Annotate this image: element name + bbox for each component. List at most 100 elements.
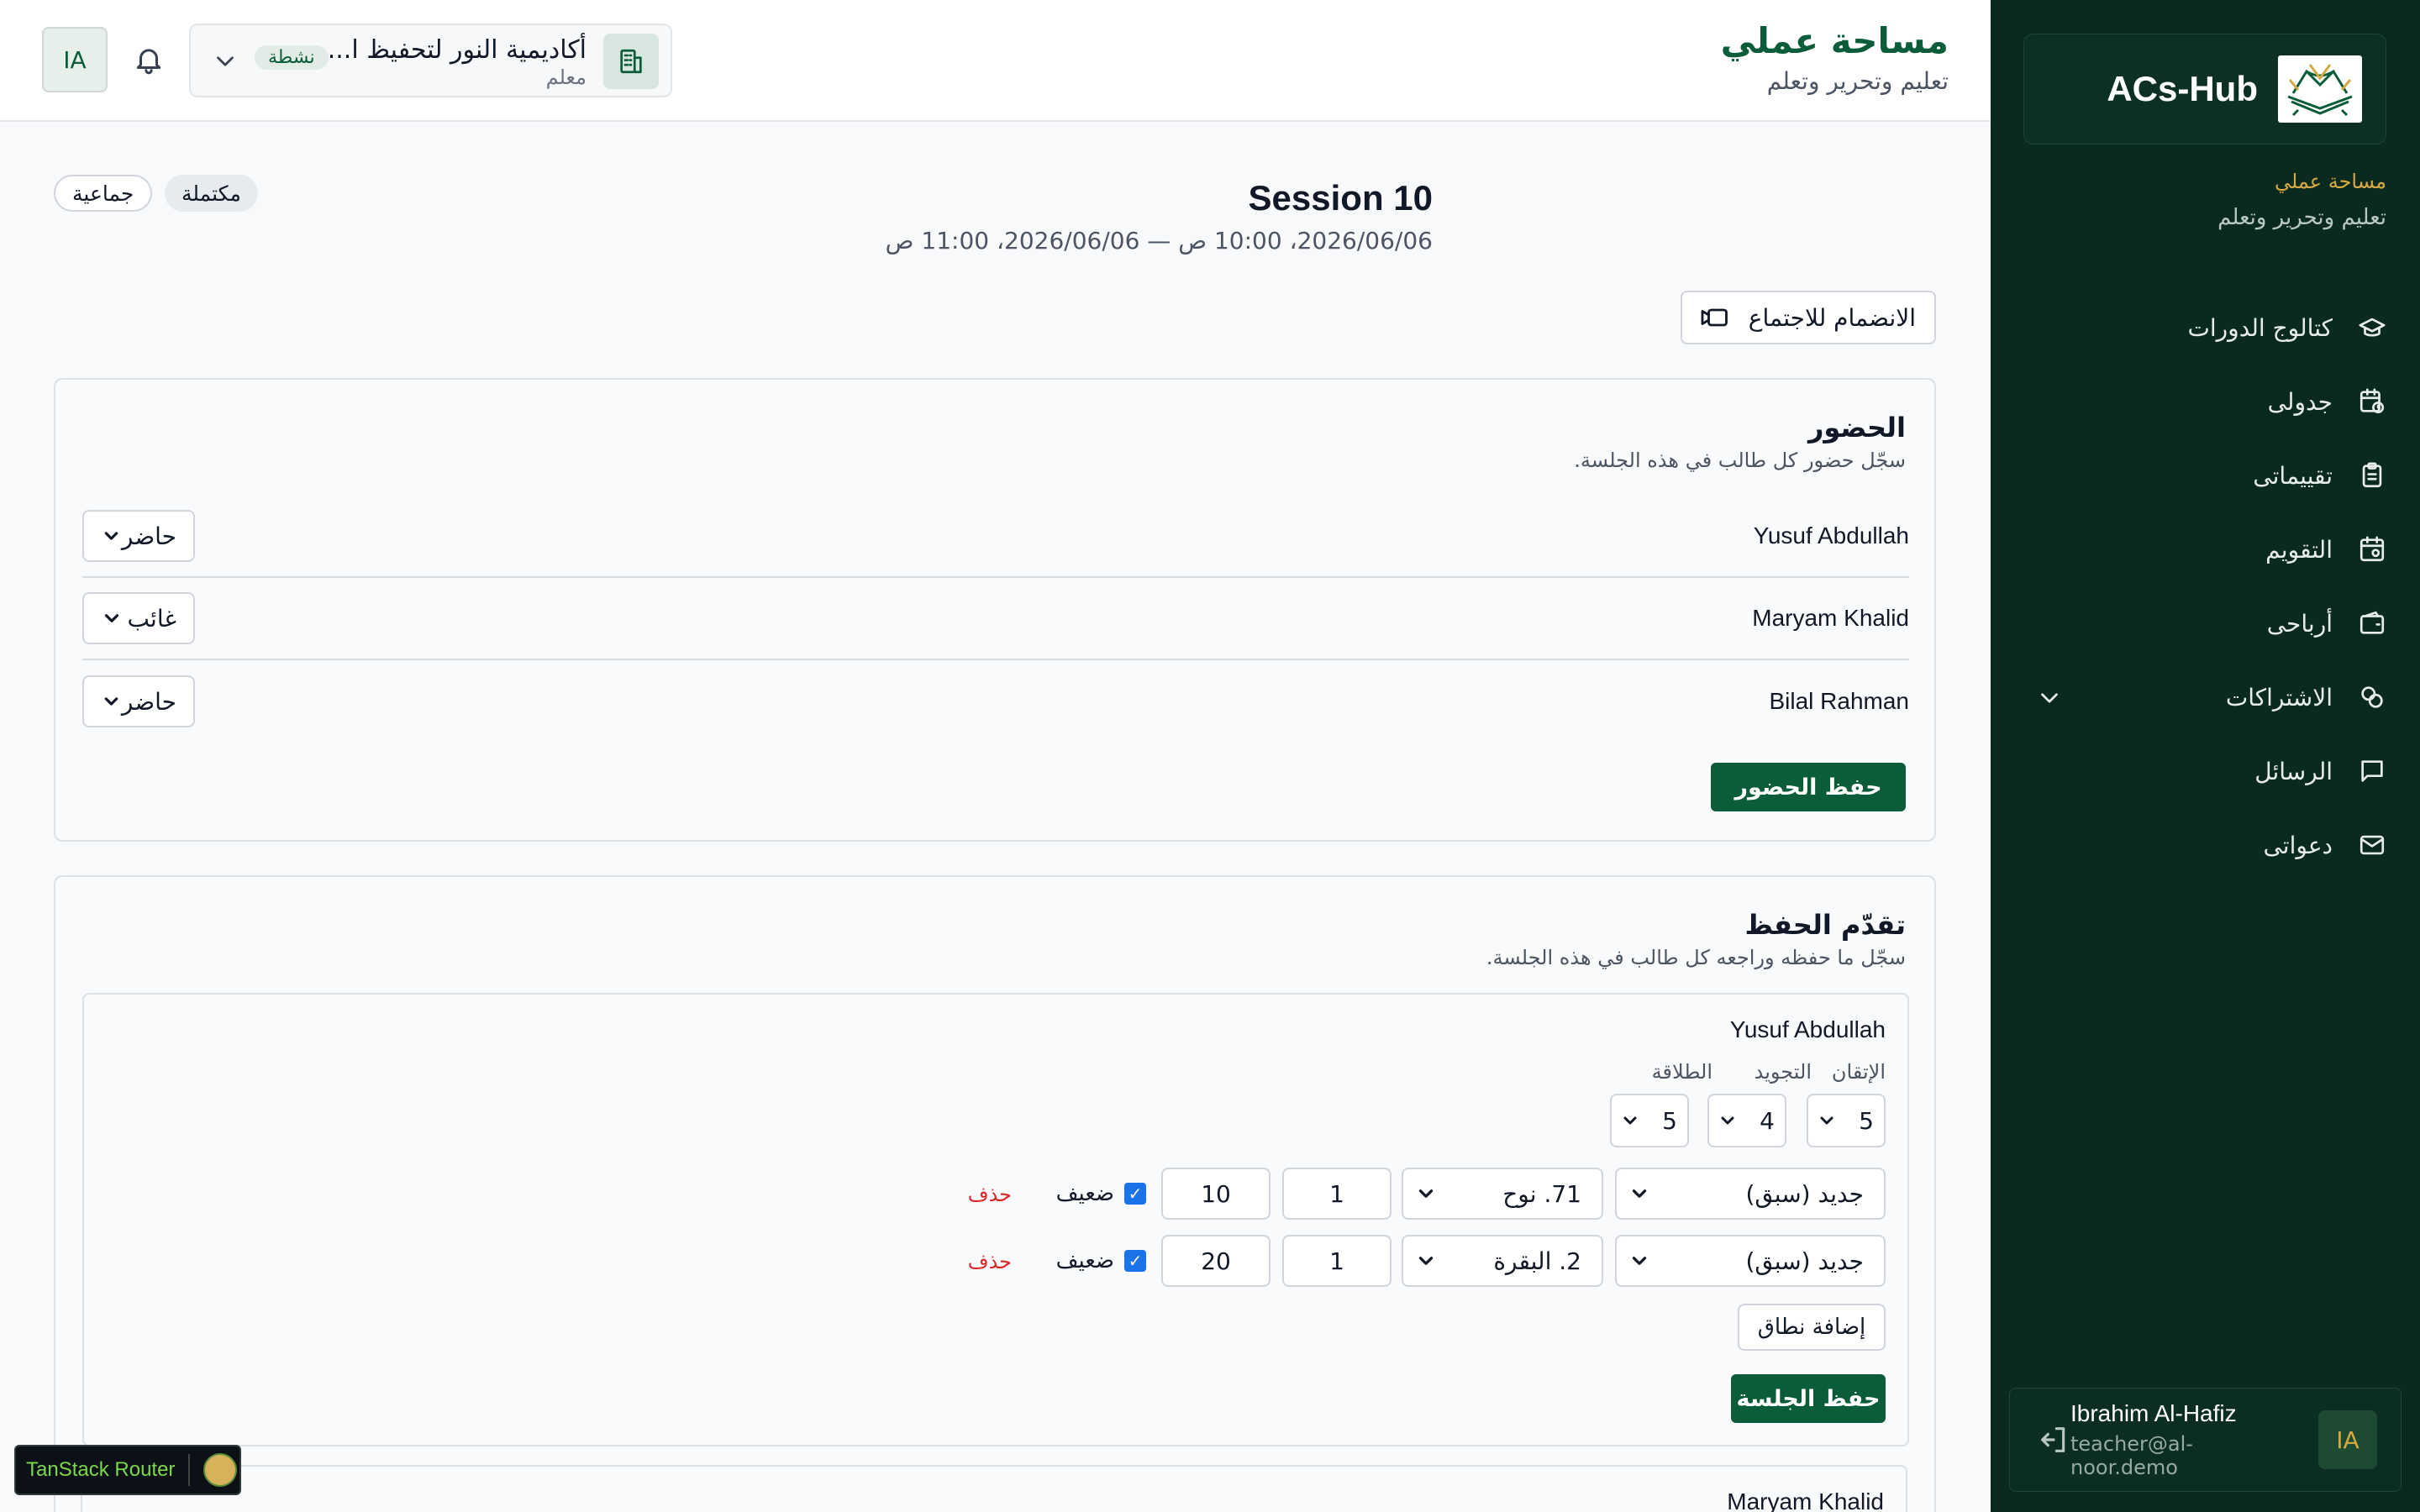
- mastery-select[interactable]: 5: [1807, 1094, 1886, 1147]
- student-name: Yusuf Abdullah: [1753, 522, 1909, 549]
- tanstack-devtools-button[interactable]: TanStack Router: [14, 1445, 241, 1495]
- page-subtitle: تعليم وتحرير وتعلم: [1766, 67, 1949, 95]
- student-name: Yusuf Abdullah: [1729, 1016, 1886, 1042]
- sidebar-nav: كتالوج الدورات جدولى تقييماتى التقويم أر…: [2023, 291, 2386, 882]
- user-email: teacher@al-noor.demo: [2070, 1432, 2193, 1479]
- select-value: حاضر: [121, 522, 176, 550]
- chevron-down-icon: [104, 532, 118, 540]
- attendance-status-select[interactable]: حاضر: [82, 510, 195, 562]
- chevron-down-icon: [1418, 1189, 1434, 1198]
- select-value: جديد (سبق): [1745, 1179, 1864, 1208]
- attendance-status-select[interactable]: حاضر: [82, 675, 195, 727]
- chevron-down-icon: [1721, 1116, 1734, 1125]
- avatar[interactable]: IA: [42, 27, 108, 92]
- chevron-down-icon: [1632, 1189, 1647, 1198]
- chevron-down-icon: [217, 56, 234, 66]
- workspace-title: مساحة عملي: [2274, 170, 2386, 193]
- sidebar-item-label: دعواتى: [2263, 831, 2333, 859]
- user-card: IA Ibrahim Al-Hafiz teacher@al-noor.demo: [2009, 1388, 2402, 1492]
- attendance-status-select[interactable]: غائب: [82, 592, 195, 644]
- devtools-label: TanStack Router: [26, 1458, 176, 1481]
- message-square-icon: [2361, 760, 2383, 782]
- divider: [188, 1454, 191, 1486]
- attendance-card: الحضور سجّل حضور كل طالب في هذه الجلسة. …: [54, 378, 1936, 842]
- org-role: معلم: [545, 66, 587, 89]
- ayah-to-input[interactable]: 10: [1161, 1168, 1270, 1220]
- table-row: Yusuf Abdullah حاضر: [82, 496, 1909, 578]
- table-row: Bilal Rahman حاضر: [82, 660, 1909, 743]
- sidebar-item-label: التقويم: [2265, 535, 2333, 564]
- select-value: 4: [1760, 1106, 1775, 1135]
- chevron-down-icon: [1418, 1257, 1434, 1265]
- attendance-subtitle: سجّل حضور كل طالب في هذه الجلسة.: [1574, 449, 1906, 472]
- avatar: IA: [2318, 1410, 2377, 1469]
- status-badge: نشطة: [255, 45, 329, 70]
- weak-checkbox[interactable]: ✓ ضعيف: [1056, 1181, 1146, 1206]
- session-title: Session 10: [1248, 178, 1433, 218]
- chevron-down-icon[interactable]: [2035, 684, 2064, 712]
- select-value: 2. البقرة: [1493, 1247, 1581, 1275]
- surah-select[interactable]: 71. نوح: [1402, 1168, 1603, 1220]
- status-badge: مكتملة: [165, 175, 258, 212]
- logout-icon[interactable]: [2037, 1423, 2070, 1457]
- mastery-label: الإتقان: [1831, 1060, 1886, 1084]
- chevron-down-icon: [1632, 1257, 1647, 1265]
- student-progress-card: Maryam Khalid: [81, 1465, 1907, 1512]
- sidebar-item-subscriptions[interactable]: الاشتراكات: [2023, 660, 2386, 734]
- ayah-from-input[interactable]: 1: [1282, 1235, 1392, 1287]
- tajweed-label: التجويد: [1754, 1060, 1812, 1084]
- wallet-icon: [2360, 611, 2385, 634]
- workspace-subtitle: تعليم وتحرير وتعلم: [2217, 205, 2386, 230]
- fluency-select[interactable]: 5: [1610, 1094, 1689, 1147]
- session-date: 2026/06/06، 10:00 ص — 2026/06/06، 11:00 …: [885, 227, 1433, 255]
- student-name: Bilal Rahman: [1769, 688, 1909, 714]
- sidebar-item-invitations[interactable]: دعواتى: [2023, 808, 2386, 882]
- student-progress-card: Yusuf Abdullah الإتقان التجويد الطلاقة 5…: [82, 993, 1909, 1446]
- join-meeting-label: الانضمام للاجتماع: [1748, 303, 1916, 332]
- sidebar-item-label: كتالوج الدورات: [2187, 313, 2333, 342]
- weak-checkbox[interactable]: ✓ ضعيف: [1056, 1248, 1146, 1273]
- tanstack-logo-icon: [203, 1453, 238, 1487]
- sidebar: ACs-Hub مساحة عملي تعليم وتحرير وتعلم كت…: [1991, 0, 2420, 1512]
- chevron-down-icon: [1623, 1116, 1637, 1125]
- table-row: Maryam Khalid غائب: [82, 578, 1909, 660]
- org-name: أكاديمية النور لتحفيظ ا...: [327, 35, 587, 65]
- sidebar-item-course-catalog[interactable]: كتالوج الدورات: [2023, 291, 2386, 365]
- add-range-button[interactable]: إضافة نطاق: [1738, 1304, 1886, 1351]
- range-type-select[interactable]: جديد (سبق): [1615, 1168, 1886, 1220]
- select-value: 5: [1662, 1106, 1677, 1135]
- brand-card[interactable]: ACs-Hub: [2023, 34, 2386, 144]
- tajweed-select[interactable]: 4: [1707, 1094, 1786, 1147]
- organization-switcher[interactable]: أكاديمية النور لتحفيظ ا... معلم نشطة: [189, 24, 672, 97]
- sidebar-item-schedule[interactable]: جدولى: [2023, 365, 2386, 438]
- check-icon: ✓: [1124, 1250, 1146, 1272]
- check-icon: ✓: [1124, 1183, 1146, 1205]
- student-name: Maryam Khalid: [1727, 1488, 1884, 1512]
- bell-icon[interactable]: [133, 44, 165, 76]
- calendar-icon: [2360, 536, 2385, 562]
- delete-range-button[interactable]: حذف: [968, 1250, 1012, 1273]
- select-value: جديد (سبق): [1745, 1247, 1864, 1275]
- save-session-button[interactable]: حفظ الجلسة: [1731, 1374, 1886, 1423]
- sidebar-item-evaluations[interactable]: تقييماتى: [2023, 438, 2386, 512]
- delete-range-button[interactable]: حذف: [968, 1183, 1012, 1206]
- select-value: 5: [1859, 1106, 1874, 1135]
- sidebar-item-earnings[interactable]: أرباحى: [2023, 586, 2386, 660]
- sidebar-item-messages[interactable]: الرسائل: [2023, 734, 2386, 808]
- building-icon: [603, 34, 659, 89]
- sidebar-item-label: تقييماتى: [2253, 461, 2333, 490]
- sidebar-item-calendar[interactable]: التقويم: [2023, 512, 2386, 586]
- ayah-from-input[interactable]: 1: [1282, 1168, 1392, 1220]
- student-name: Maryam Khalid: [1752, 605, 1909, 631]
- attendance-title: الحضور: [1807, 412, 1906, 444]
- brand-name: ACs-Hub: [2107, 69, 2258, 108]
- join-meeting-button[interactable]: الانضمام للاجتماع: [1681, 291, 1936, 344]
- save-attendance-button[interactable]: حفظ الحضور: [1711, 763, 1906, 811]
- chevron-down-icon: [104, 614, 119, 622]
- ayah-to-input[interactable]: 20: [1161, 1235, 1270, 1287]
- video-icon: [1701, 308, 1728, 327]
- surah-select[interactable]: 2. البقرة: [1402, 1235, 1603, 1287]
- memorization-card: تقدّم الحفظ سجّل ما حفظه وراجعه كل طالب …: [54, 875, 1936, 1512]
- page-title: مساحة عملي: [1720, 20, 1949, 61]
- range-type-select[interactable]: جديد (سبق): [1615, 1235, 1886, 1287]
